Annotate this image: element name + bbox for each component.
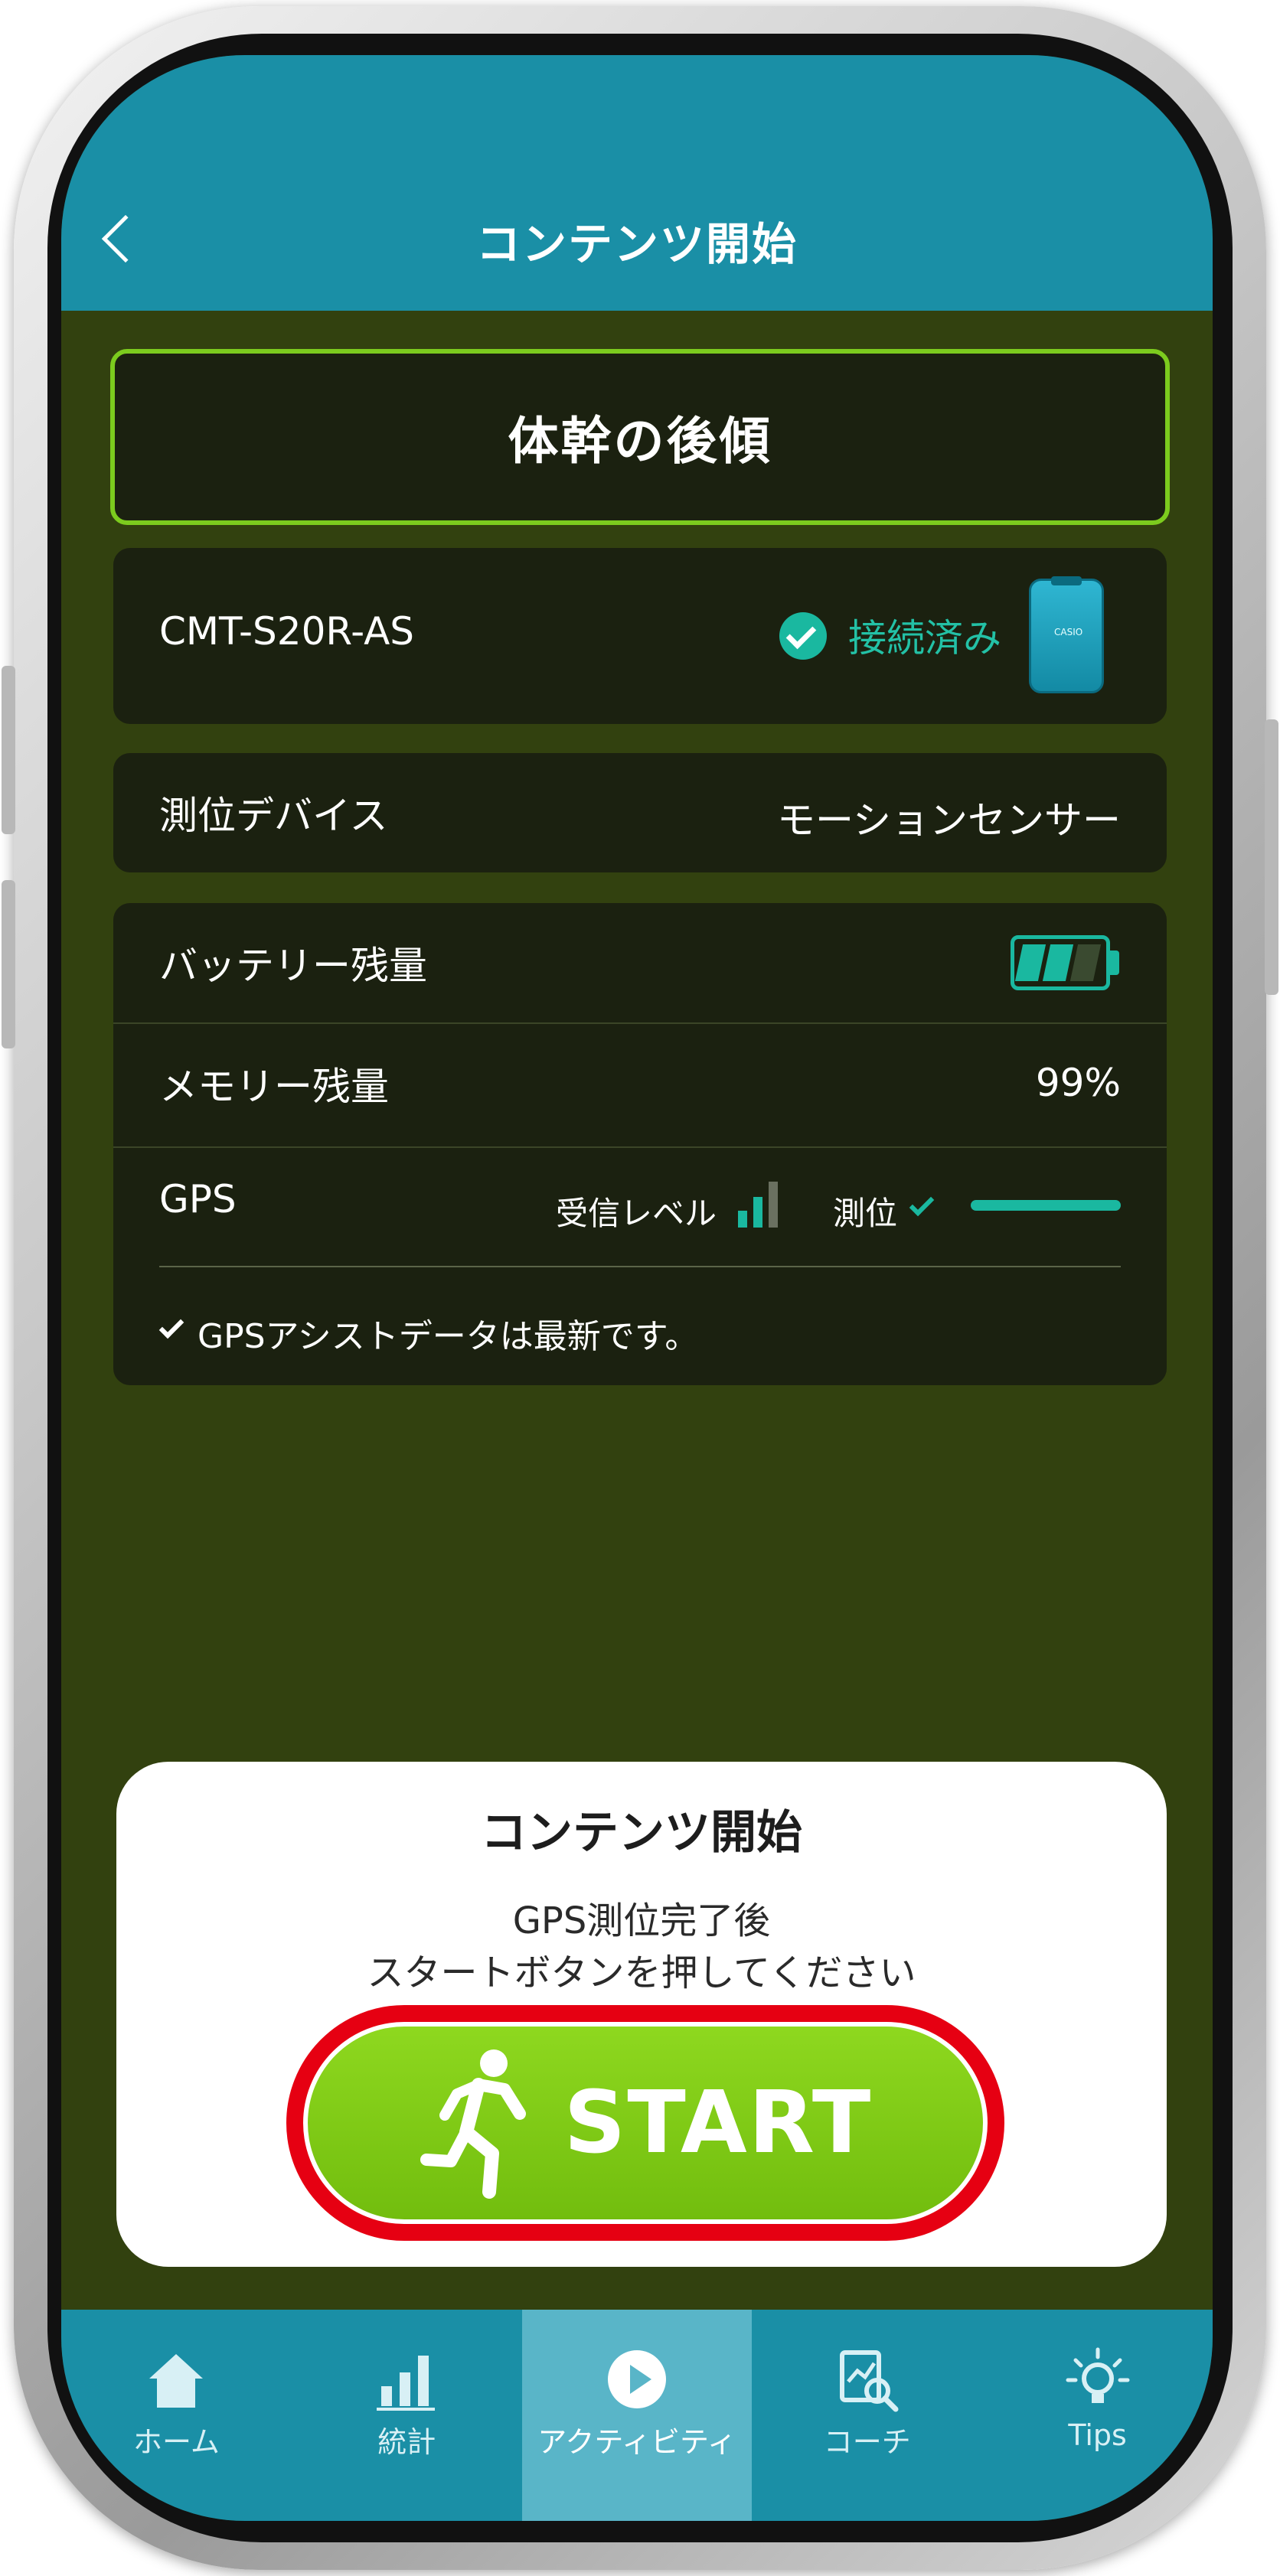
activity-title-card: 体幹の後傾: [110, 349, 1170, 525]
header-bar: コンテンツ開始: [61, 55, 1213, 311]
tab-home[interactable]: ホーム: [61, 2310, 292, 2521]
start-button[interactable]: START: [308, 2027, 983, 2219]
start-panel: コンテンツ開始 GPS測位完了後 スタートボタンを押してください START: [116, 1762, 1167, 2267]
positioning-check-icon: [909, 1191, 935, 1217]
app-screen: コンテンツ開始 体幹の後傾 CMT-S20R-AS 接続済み CASIO 測位デ…: [61, 55, 1213, 2521]
activity-title: 体幹の後傾: [508, 412, 772, 471]
play-icon: [607, 2350, 666, 2408]
signal-level-icon: [738, 1180, 781, 1228]
positioning-device-label: 測位デバイス: [159, 794, 388, 838]
gps-positioning-label: 測位: [833, 1195, 898, 1232]
start-button-label: START: [563, 2073, 873, 2173]
gps-label: GPS: [159, 1177, 237, 1221]
connection-status: 接続済み: [848, 616, 1001, 660]
lightbulb-icon: [1066, 2347, 1130, 2403]
positioning-device-value: モーションセンサー: [777, 798, 1121, 843]
battery-label: バッテリー残量: [159, 944, 427, 988]
divider: [159, 1266, 1121, 1267]
device-card: CMT-S20R-AS 接続済み CASIO: [113, 548, 1167, 724]
tab-label: コーチ: [823, 2425, 911, 2459]
divider: [113, 1146, 1167, 1148]
positioning-device-row: 測位デバイス モーションセンサー: [113, 753, 1167, 872]
gps-reception-label: 受信レベル: [556, 1195, 717, 1232]
tab-stats[interactable]: 統計: [292, 2310, 522, 2521]
stats-icon: [377, 2356, 436, 2411]
connected-check-icon: [779, 612, 827, 660]
status-card: バッテリー残量 メモリー残量 99% GPS 受信レベル 測位 GPSアシストデ…: [113, 903, 1167, 1385]
tab-label: アクティビティ: [537, 2425, 736, 2459]
battery-level-bar: [1042, 944, 1074, 981]
battery-cap: [1110, 951, 1119, 975]
battery-level-bar: [1014, 944, 1047, 981]
tab-label: 統計: [377, 2425, 436, 2459]
device-name: CMT-S20R-AS: [159, 609, 415, 654]
positioning-progress-bar: [971, 1200, 1121, 1211]
tab-coach[interactable]: コーチ: [752, 2310, 982, 2521]
volume-up-button: [2, 666, 15, 834]
memory-label: メモリー残量: [159, 1065, 389, 1109]
coach-icon: [839, 2350, 899, 2412]
power-button: [1265, 719, 1278, 995]
volume-down-button: [2, 880, 15, 1048]
battery-level-bar: [1069, 944, 1102, 981]
motion-sensor-icon: CASIO: [1029, 576, 1104, 693]
home-icon: [149, 2354, 204, 2408]
gps-assist-message: GPSアシストデータは最新です。: [198, 1317, 699, 1356]
start-instruction-line1: GPS測位完了後: [512, 1899, 771, 1942]
divider: [113, 1022, 1167, 1024]
bottom-tab-bar: ホーム 統計 アクティビティ コーチ Tips: [61, 2310, 1213, 2521]
tab-label: Tips: [1068, 2418, 1127, 2452]
runner-icon: [420, 2049, 526, 2199]
tab-label: ホーム: [132, 2425, 220, 2459]
memory-value: 99%: [1035, 1061, 1121, 1105]
start-panel-title: コンテンツ開始: [481, 1806, 802, 1860]
assist-check-icon: [158, 1313, 184, 1339]
tab-tips[interactable]: Tips: [982, 2310, 1213, 2521]
tab-activity[interactable]: アクティビティ: [521, 2310, 753, 2521]
battery-icon: [1011, 935, 1110, 990]
start-instruction-line2: スタートボタンを押してください: [367, 1952, 916, 1994]
page-title: コンテンツ開始: [475, 218, 798, 270]
